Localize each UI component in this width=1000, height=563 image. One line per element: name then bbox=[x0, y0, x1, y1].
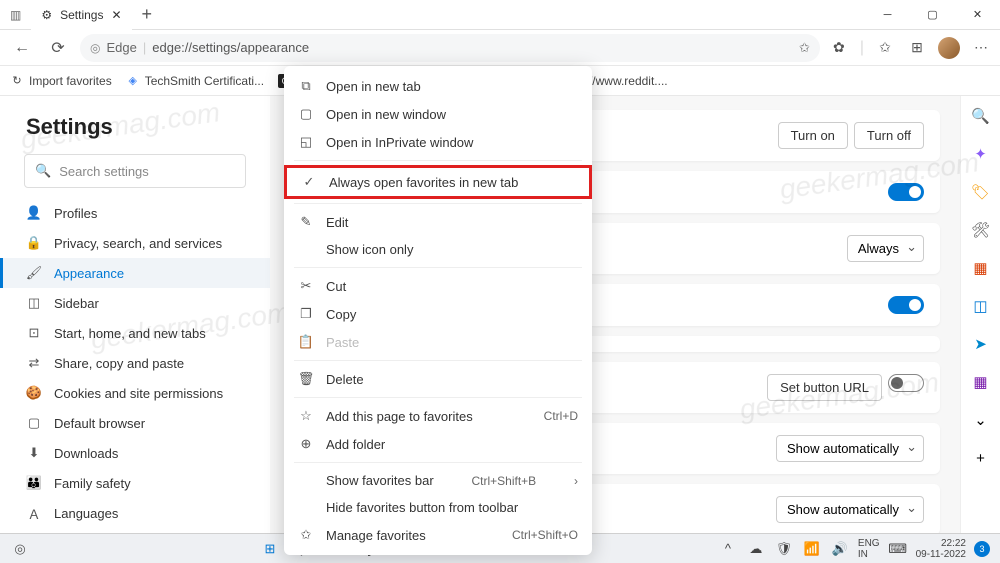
collections-icon[interactable]: ⊞ bbox=[906, 37, 928, 59]
sidebar-item-downloads[interactable]: ⬇Downloads bbox=[0, 438, 270, 468]
minimize-button[interactable]: ─ bbox=[865, 0, 910, 30]
always-select[interactable]: Always bbox=[847, 235, 924, 262]
onenote-icon[interactable]: ▦ bbox=[971, 372, 991, 392]
page-title: Settings bbox=[0, 114, 270, 154]
address-prefix: Edge bbox=[106, 40, 136, 55]
context-menu-item-4[interactable]: ✓Always open favorites in new tab bbox=[284, 165, 592, 199]
bookmark-techsmith[interactable]: ◈TechSmith Certificati... bbox=[126, 74, 264, 88]
context-menu-item-20[interactable]: ✩Manage favoritesCtrl+Shift+O bbox=[284, 521, 592, 549]
extensions-icon[interactable]: ✿ bbox=[828, 37, 850, 59]
context-menu-item-13[interactable]: 🗑Delete bbox=[284, 365, 592, 393]
start-button[interactable]: ⊞ bbox=[260, 539, 280, 559]
sparkle-icon[interactable]: ✦ bbox=[971, 144, 991, 164]
toggle-url[interactable] bbox=[888, 374, 924, 392]
outlook-icon[interactable]: ◫ bbox=[971, 296, 991, 316]
more-icon[interactable]: ⋯ bbox=[970, 37, 992, 59]
context-menu-item-2[interactable]: ◱Open in InPrivate window bbox=[284, 128, 592, 156]
sidebar-item-share[interactable]: ⇄Share, copy and paste bbox=[0, 348, 270, 378]
sidebar-item-cookies[interactable]: 🍪Cookies and site permissions bbox=[0, 378, 270, 408]
new-tab-button[interactable]: + bbox=[132, 4, 163, 25]
edge-taskbar-icon[interactable]: ◎ bbox=[10, 539, 30, 559]
profile-avatar[interactable] bbox=[938, 37, 960, 59]
context-menu-item-15[interactable]: ☆Add this page to favoritesCtrl+D bbox=[284, 402, 592, 430]
refresh-button[interactable]: ⟳ bbox=[44, 34, 72, 62]
office-icon[interactable]: ▦ bbox=[971, 258, 991, 278]
address-bar[interactable]: ◎ Edge | edge://settings/appearance ✩ bbox=[80, 34, 820, 62]
favorites-icon[interactable]: ✩ bbox=[874, 37, 896, 59]
tray-chevron-icon[interactable]: ^ bbox=[718, 539, 738, 559]
turn-off-button[interactable]: Turn off bbox=[854, 122, 924, 149]
chevron-down-icon[interactable]: ⌄ bbox=[971, 410, 991, 430]
sidebar-item-languages[interactable]: ＡLanguages bbox=[0, 498, 270, 528]
search-icon: 🔍 bbox=[35, 163, 51, 179]
keyboard-icon[interactable]: ⌨ bbox=[888, 539, 908, 559]
context-menu-item-18[interactable]: Show favorites barCtrl+Shift+B› bbox=[284, 467, 592, 494]
maximize-button[interactable]: ▢ bbox=[910, 0, 955, 30]
toggle-2[interactable] bbox=[888, 296, 924, 314]
tools-icon[interactable]: 🛠 bbox=[971, 220, 991, 240]
toggle-1[interactable] bbox=[888, 183, 924, 201]
edge-icon: ◎ bbox=[90, 41, 100, 55]
notifications-icon[interactable]: 3 bbox=[974, 541, 990, 557]
search-sidebar-icon[interactable]: 🔍 bbox=[971, 106, 991, 126]
search-settings-input[interactable]: 🔍 Search settings bbox=[24, 154, 246, 188]
defender-icon[interactable]: 🛡 bbox=[774, 539, 794, 559]
settings-sidebar: Settings 🔍 Search settings 👤Profiles 🔒Pr… bbox=[0, 96, 270, 533]
context-menu-item-1[interactable]: ▢Open in new window bbox=[284, 100, 592, 128]
close-tab-icon[interactable]: ✕ bbox=[111, 8, 121, 22]
set-url-button[interactable]: Set button URL bbox=[767, 374, 882, 401]
turn-on-button[interactable]: Turn on bbox=[778, 122, 848, 149]
sidebar-item-sidebar[interactable]: ◫Sidebar bbox=[0, 288, 270, 318]
back-button[interactable]: ← bbox=[8, 34, 36, 62]
context-menu-item-9[interactable]: ✂Cut bbox=[284, 272, 592, 300]
sidebar-item-family[interactable]: 👪Family safety bbox=[0, 468, 270, 498]
tag-icon[interactable]: 🏷 bbox=[971, 182, 991, 202]
context-menu-item-0[interactable]: ⧉Open in new tab bbox=[284, 72, 592, 100]
context-menu-item-11: 📋Paste bbox=[284, 328, 592, 356]
tab-title: Settings bbox=[60, 8, 103, 22]
clock[interactable]: 22:2209-11-2022 bbox=[916, 538, 966, 560]
sidebar-item-appearance[interactable]: 🖌Appearance bbox=[0, 258, 270, 288]
tab-settings[interactable]: ⚙ Settings ✕ bbox=[31, 0, 131, 30]
add-sidebar-icon[interactable]: + bbox=[971, 448, 991, 468]
volume-icon[interactable]: 🔊 bbox=[830, 539, 850, 559]
show-auto-select-2[interactable]: Show automatically bbox=[776, 496, 924, 523]
context-menu-item-19[interactable]: Hide favorites button from toolbar bbox=[284, 494, 592, 521]
context-menu-item-6[interactable]: ✎Edit bbox=[284, 208, 592, 236]
context-menu: ⧉Open in new tab▢Open in new window◱Open… bbox=[284, 66, 592, 555]
close-window-button[interactable]: ✕ bbox=[955, 0, 1000, 30]
network-icon[interactable]: 📶 bbox=[802, 539, 822, 559]
onedrive-icon[interactable]: ☁ bbox=[746, 539, 766, 559]
sidebar-item-privacy[interactable]: 🔒Privacy, search, and services bbox=[0, 228, 270, 258]
context-menu-item-16[interactable]: ⊕Add folder bbox=[284, 430, 592, 458]
app-icon: ▥ bbox=[0, 0, 31, 30]
sidebar-item-default[interactable]: ▢Default browser bbox=[0, 408, 270, 438]
context-menu-item-7[interactable]: Show icon only bbox=[284, 236, 592, 263]
bookmark-import[interactable]: ↻Import favorites bbox=[10, 74, 112, 88]
send-icon[interactable]: ➤ bbox=[971, 334, 991, 354]
gear-icon: ⚙ bbox=[41, 8, 52, 22]
right-sidebar: 🔍 ✦ 🏷 🛠 ▦ ◫ ➤ ▦ ⌄ + bbox=[960, 96, 1000, 533]
sidebar-item-start[interactable]: ⊡Start, home, and new tabs bbox=[0, 318, 270, 348]
show-auto-select-1[interactable]: Show automatically bbox=[776, 435, 924, 462]
context-menu-item-10[interactable]: ❐Copy bbox=[284, 300, 592, 328]
sidebar-item-profiles[interactable]: 👤Profiles bbox=[0, 198, 270, 228]
address-url: edge://settings/appearance bbox=[152, 40, 309, 55]
favorite-star-icon[interactable]: ✩ bbox=[799, 40, 810, 56]
